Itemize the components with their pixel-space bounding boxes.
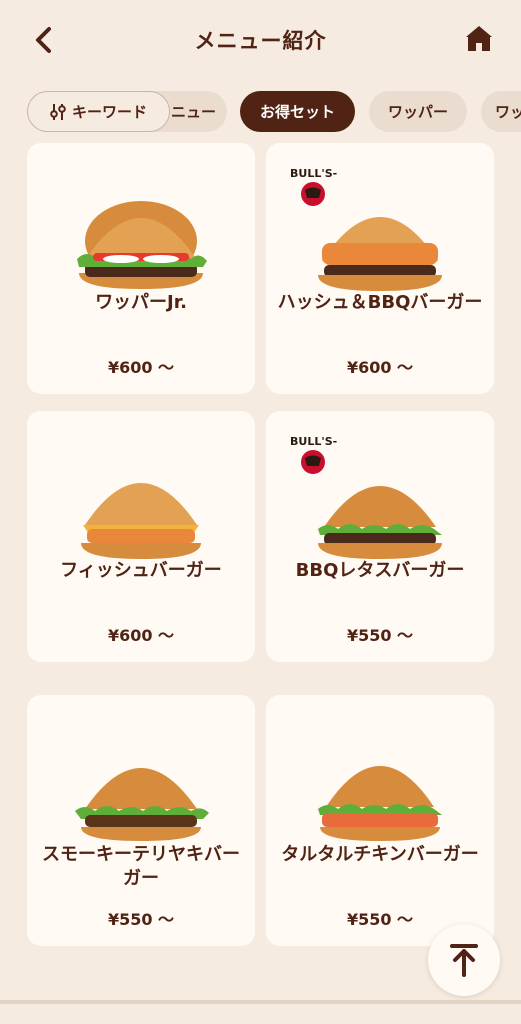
product-card[interactable]: タルタルチキンバーガー ¥550 ～: [266, 695, 494, 946]
sliders-icon: [50, 103, 66, 120]
tab-whopper[interactable]: ワッパー: [369, 91, 467, 132]
product-card[interactable]: フィッシュバーガー ¥600 ～: [27, 411, 255, 662]
product-name: フィッシュバーガー: [60, 560, 222, 581]
burger-image: [75, 768, 209, 841]
back-button[interactable]: [26, 22, 62, 58]
product-name: タルタルチキンバーガー: [281, 844, 479, 865]
product-price: ¥550 ～: [107, 910, 175, 929]
product-card[interactable]: BULL'S-EYE BBQレタスバーガー ¥550 ～: [266, 411, 494, 662]
arrow-up-icon: [450, 944, 478, 977]
keyword-filter-label: キーワード: [71, 103, 147, 121]
burger-image: [318, 486, 442, 559]
bottom-divider: [0, 1000, 521, 1004]
product-price: ¥550 ～: [346, 626, 414, 645]
burger-image: [77, 201, 207, 289]
product-name: BBQレタスバーガー: [295, 560, 465, 581]
svg-text:BULL'S-EYE: BULL'S-EYE: [290, 167, 338, 180]
product-card[interactable]: ワッパーJr. ¥600 ～: [27, 143, 255, 394]
tab-value-set[interactable]: お得セット: [240, 91, 355, 132]
home-icon: [466, 26, 492, 51]
product-name: ハッシュ＆BBQバーガー: [277, 292, 483, 313]
tab-next[interactable]: ワッ: [481, 91, 521, 132]
category-tabs: ニュー お得セット ワッパー ワッ キーワード: [0, 86, 521, 138]
product-price: ¥600 ～: [107, 358, 175, 377]
product-name: ワッパーJr.: [95, 292, 187, 313]
product-price: ¥600 ～: [346, 358, 414, 377]
product-card[interactable]: BULL'S-EYE ハッシュ＆BBQバーガー ¥600 ～: [266, 143, 494, 394]
burger-image: [81, 483, 201, 559]
product-card[interactable]: スモーキーテリヤキバーガー ¥550 ～: [27, 695, 255, 946]
burger-image: [318, 766, 442, 841]
header-bar: メニュー紹介: [0, 0, 521, 80]
product-price: ¥600 ～: [107, 626, 175, 645]
page-title: メニュー紹介: [194, 29, 327, 53]
scroll-to-top-button[interactable]: [428, 924, 500, 996]
burger-image: [318, 217, 442, 291]
home-button[interactable]: [461, 20, 497, 56]
chevron-left-icon: [36, 27, 51, 53]
svg-text:BULL'S-EYE: BULL'S-EYE: [290, 435, 338, 448]
product-name: スモーキーテリヤキバーガー: [42, 844, 240, 889]
keyword-filter-button[interactable]: キーワード: [27, 91, 170, 132]
